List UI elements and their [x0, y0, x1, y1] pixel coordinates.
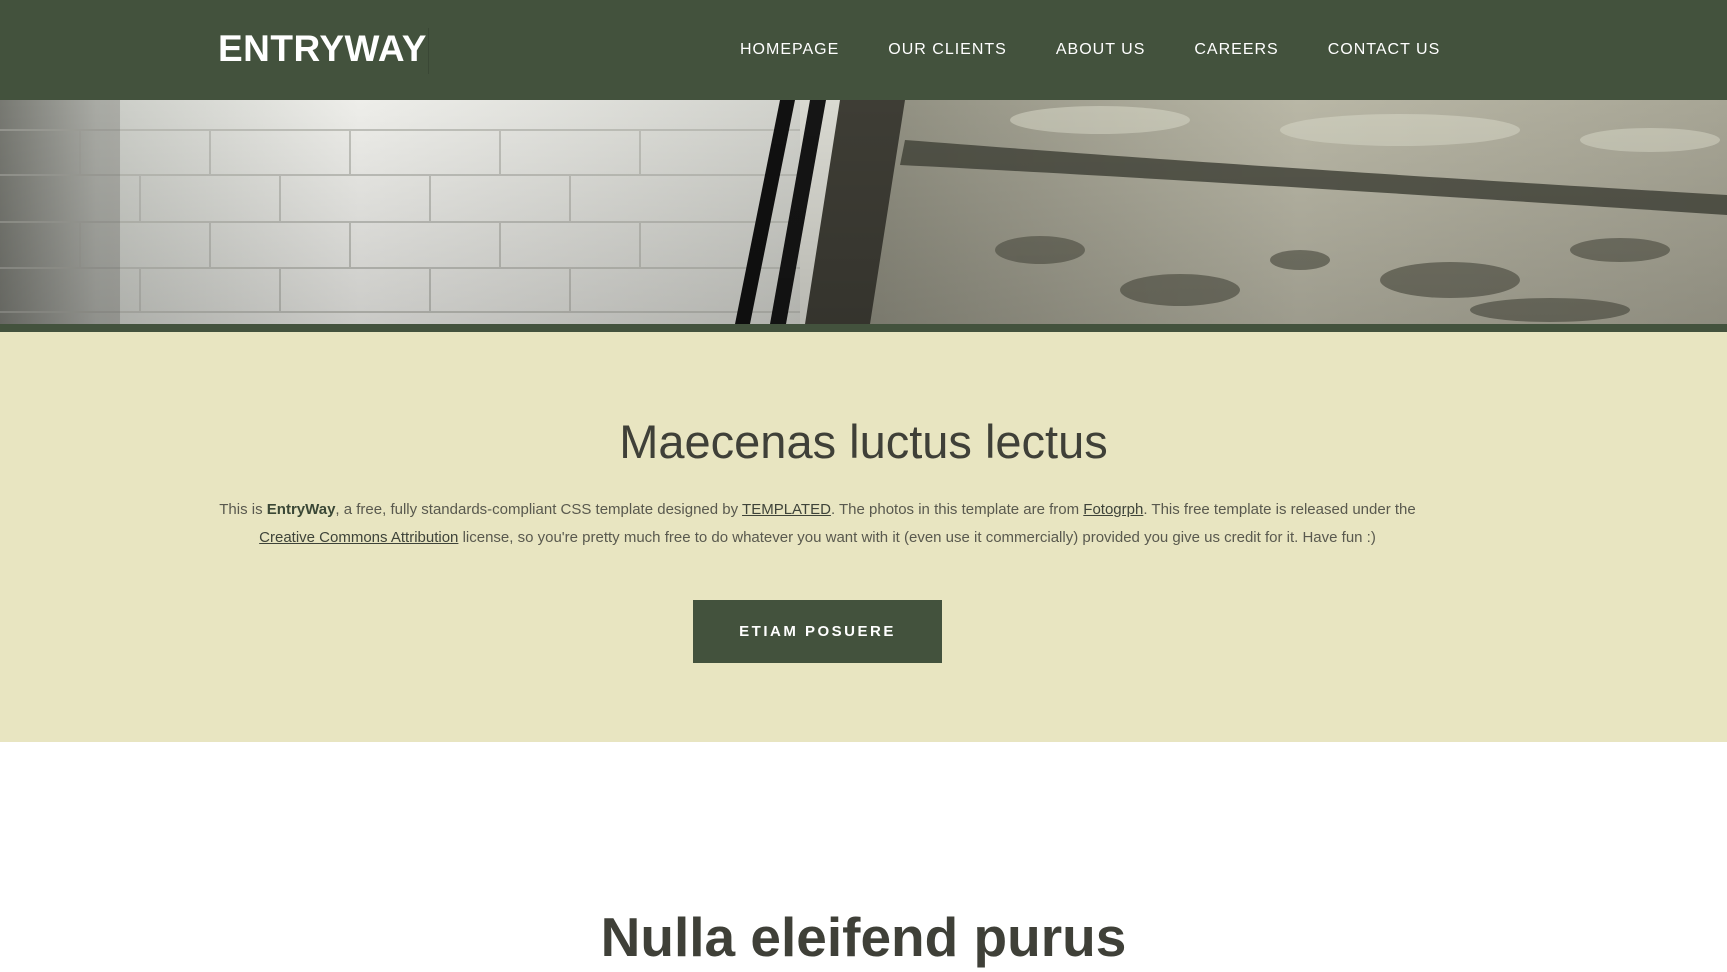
banner-photo — [0, 100, 1727, 324]
templated-link[interactable]: TEMPLATED — [742, 501, 831, 518]
brand-name: EntryWay — [266, 501, 336, 518]
section-title: Nulla eleifend purus — [600, 906, 1127, 968]
banner-image — [0, 100, 1727, 324]
etiam-posuere-button[interactable]: ETIAM POSUERE — [693, 600, 942, 663]
creative-commons-link[interactable]: Creative Commons Attribution — [259, 529, 458, 546]
text-part: . This free template is released under t… — [1143, 501, 1416, 518]
text-part: , a free, fully standards-compliant CSS … — [335, 501, 743, 518]
banner-bottom-bar — [0, 324, 1727, 332]
nav-item-careers[interactable]: CAREERS — [1194, 37, 1278, 58]
nav-item-contact-us[interactable]: CONTACT US — [1328, 37, 1441, 58]
text-part: license, so you're pretty much free to d… — [458, 529, 1376, 546]
site-header: ENTRYWAY HOMEPAGE OUR CLIENTS ABOUT US C… — [0, 0, 1727, 100]
text-part: . The photos in this template are from — [830, 501, 1084, 518]
featured-section: Maecenas luctus lectus This is EntryWay,… — [0, 332, 1727, 742]
nav-list: HOMEPAGE OUR CLIENTS ABOUT US CAREERS CO… — [740, 0, 1440, 100]
nav-item-about-us[interactable]: ABOUT US — [1056, 37, 1146, 58]
featured-text: This is EntryWay, a free, fully standard… — [210, 496, 1425, 552]
text-part: This is — [219, 501, 267, 518]
site-logo[interactable]: ENTRYWAY — [218, 26, 427, 72]
nav-item-our-clients[interactable]: OUR CLIENTS — [888, 37, 1007, 58]
fotogrph-link[interactable]: Fotogrph — [1083, 501, 1143, 518]
logo-divider — [428, 28, 429, 74]
nav-item-homepage[interactable]: HOMEPAGE — [740, 37, 839, 58]
featured-title: Maecenas luctus lectus — [619, 415, 1108, 468]
